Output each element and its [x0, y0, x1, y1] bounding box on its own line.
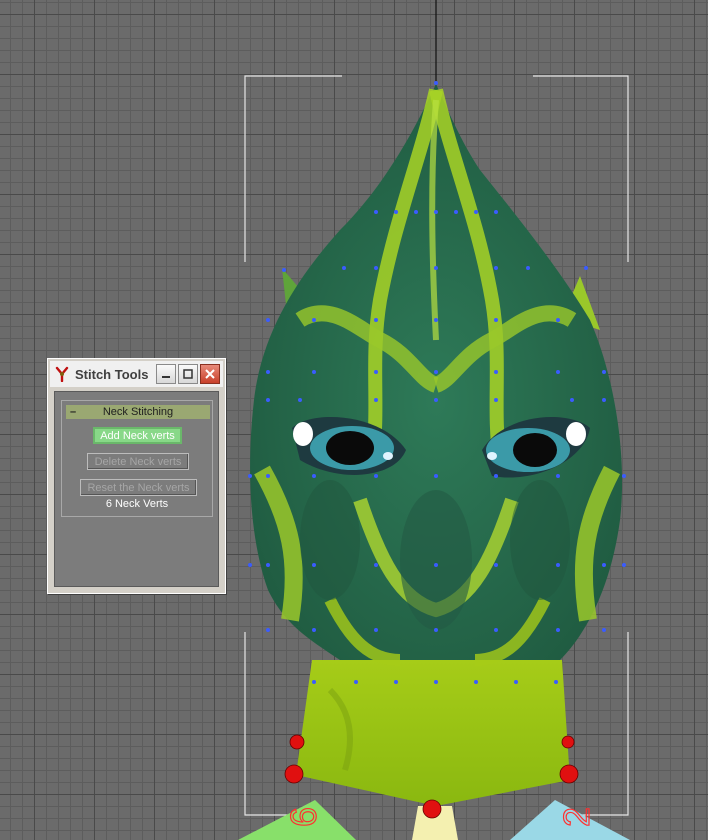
mesh-vertex[interactable] [374, 563, 378, 567]
character-neck[interactable] [296, 660, 570, 806]
mesh-vertex[interactable] [454, 210, 458, 214]
rollout-header[interactable]: – Neck Stitching [66, 405, 210, 419]
mesh-vertex[interactable] [602, 563, 606, 567]
mesh-vertex[interactable] [494, 474, 498, 478]
mesh-vertex[interactable] [514, 680, 518, 684]
mesh-vertex[interactable] [556, 370, 560, 374]
neck-verts-count: 6 Neck Verts [105, 498, 169, 510]
mesh-vertex[interactable] [602, 398, 606, 402]
rollout-title: Neck Stitching [102, 406, 174, 418]
mesh-vertex[interactable] [434, 266, 438, 270]
mesh-vertex[interactable] [342, 266, 346, 270]
bone-marker [561, 735, 575, 749]
mesh-vertex[interactable] [374, 266, 378, 270]
mesh-vertex[interactable] [374, 628, 378, 632]
mesh-vertex[interactable] [570, 398, 574, 402]
mesh-vertex[interactable] [556, 318, 560, 322]
collapse-icon[interactable]: – [66, 406, 80, 418]
maximize-icon [183, 369, 193, 379]
mesh-vertex[interactable] [354, 680, 358, 684]
mesh-vertex[interactable] [248, 563, 252, 567]
close-button[interactable] [200, 364, 220, 384]
bone-label-left: 6 [283, 807, 324, 827]
mesh-vertex[interactable] [494, 398, 498, 402]
mesh-vertex[interactable] [312, 628, 316, 632]
mesh-vertex[interactable] [394, 680, 398, 684]
mesh-vertex[interactable] [374, 370, 378, 374]
mesh-vertex[interactable] [312, 474, 316, 478]
mesh-vertex[interactable] [374, 210, 378, 214]
mesh-vertex[interactable] [434, 210, 438, 214]
bone-marker [422, 799, 442, 819]
mesh-vertex[interactable] [266, 563, 270, 567]
mesh-vertex[interactable] [554, 680, 558, 684]
mesh-vertex[interactable] [282, 268, 286, 272]
mesh-vertex[interactable] [414, 210, 418, 214]
panel-titlebar[interactable]: Stitch Tools [50, 361, 223, 387]
mesh-vertex[interactable] [494, 266, 498, 270]
add-neck-verts-button[interactable]: Add Neck verts [93, 427, 182, 444]
mesh-vertex[interactable] [494, 318, 498, 322]
bone-label-right: 2 [556, 807, 597, 827]
mesh-vertex[interactable] [526, 266, 530, 270]
mesh-vertex[interactable] [474, 210, 478, 214]
app-icon [55, 366, 69, 382]
mesh-vertex[interactable] [434, 474, 438, 478]
reset-neck-verts-button[interactable]: Reset the Neck verts [80, 479, 197, 496]
panel-body: – Neck Stitching Add Neck verts Delete N… [54, 391, 219, 587]
mesh-vertex[interactable] [312, 370, 316, 374]
minimize-icon [162, 376, 170, 378]
mesh-vertex[interactable] [374, 474, 378, 478]
mesh-vertex[interactable] [494, 210, 498, 214]
mesh-vertex[interactable] [602, 370, 606, 374]
minimize-button[interactable] [156, 364, 176, 384]
bone-marker [289, 734, 305, 750]
mesh-vertex[interactable] [266, 370, 270, 374]
mesh-vertex[interactable] [312, 563, 316, 567]
mesh-vertex[interactable] [556, 628, 560, 632]
mesh-vertex[interactable] [266, 318, 270, 322]
mesh-vertex[interactable] [494, 370, 498, 374]
mesh-vertex[interactable] [434, 370, 438, 374]
mesh-vertex[interactable] [266, 398, 270, 402]
mesh-vertex[interactable] [312, 680, 316, 684]
mesh-vertex[interactable] [556, 474, 560, 478]
mesh-vertex[interactable] [266, 628, 270, 632]
mesh-vertex[interactable] [434, 680, 438, 684]
mesh-vertex[interactable] [248, 474, 252, 478]
mesh-vertex[interactable] [494, 563, 498, 567]
mesh-vertex[interactable] [298, 398, 302, 402]
mesh-vertex[interactable] [434, 318, 438, 322]
mesh-vertex[interactable] [622, 474, 626, 478]
bone-marker [284, 764, 304, 784]
mesh-vertex[interactable] [434, 628, 438, 632]
mesh-vertex[interactable] [494, 628, 498, 632]
close-icon [205, 369, 215, 379]
stitch-tools-panel: Stitch Tools – Neck Stitching Add Neck v… [47, 358, 226, 594]
mesh-vertex[interactable] [622, 563, 626, 567]
mesh-vertex[interactable] [434, 398, 438, 402]
bone-marker [559, 764, 579, 784]
mesh-vertex[interactable] [584, 266, 588, 270]
mesh-vertex[interactable] [374, 398, 378, 402]
delete-neck-verts-button[interactable]: Delete Neck verts [87, 453, 189, 470]
mesh-vertex[interactable] [474, 680, 478, 684]
mesh-vertex[interactable] [434, 563, 438, 567]
mesh-vertex[interactable] [312, 318, 316, 322]
mesh-vertex[interactable] [602, 628, 606, 632]
mesh-vertex[interactable] [266, 474, 270, 478]
panel-title: Stitch Tools [75, 366, 149, 382]
mesh-vertex[interactable] [556, 563, 560, 567]
neck-stitching-rollout: – Neck Stitching Add Neck verts Delete N… [61, 400, 213, 517]
maximize-button[interactable] [178, 364, 198, 384]
mesh-vertex[interactable] [374, 318, 378, 322]
mesh-vertex[interactable] [434, 81, 438, 85]
mesh-vertex[interactable] [394, 210, 398, 214]
